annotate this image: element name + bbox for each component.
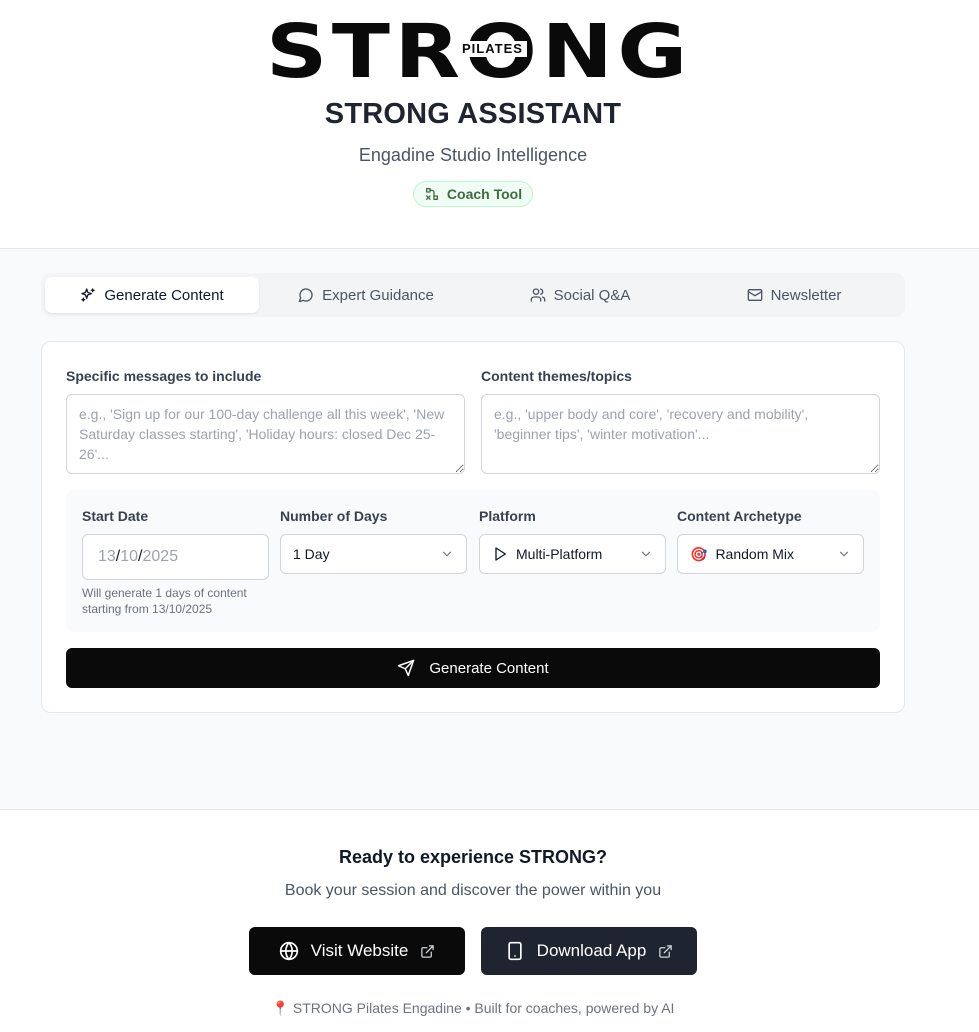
archetype-select[interactable]: 🎯 Random Mix [677, 534, 864, 574]
options-panel: Start Date 13 / 10 / 2025 Will generate … [66, 490, 880, 632]
archetype-value: Random Mix [715, 546, 795, 562]
download-app-button[interactable]: Download App [481, 927, 697, 975]
coach-tool-badge: Coach Tool [413, 181, 533, 207]
pin-icon: 📍 [271, 1000, 289, 1016]
generate-button-label: Generate Content [429, 659, 549, 677]
tab-newsletter[interactable]: Newsletter [687, 277, 901, 313]
platform-value: Multi-Platform [516, 546, 603, 562]
tab-label: Generate Content [104, 286, 224, 304]
generate-content-button[interactable]: Generate Content [66, 648, 880, 688]
platform-select[interactable]: Multi-Platform [479, 534, 666, 574]
external-link-icon [421, 944, 435, 958]
message-circle-icon [298, 288, 313, 303]
footer-note-text: STRONG Pilates Engadine • Built for coac… [292, 1000, 675, 1016]
tab-generate-content[interactable]: Generate Content [45, 277, 259, 313]
visit-website-button[interactable]: Visit Website [249, 927, 465, 975]
messages-input[interactable] [66, 394, 465, 474]
themes-label: Content themes/topics [481, 368, 632, 384]
users-icon [530, 288, 545, 302]
sparkles-icon [81, 288, 96, 302]
themes-input[interactable] [481, 394, 880, 474]
send-icon [398, 659, 415, 677]
date-year: 2025 [142, 548, 179, 565]
days-value: 1 Day [293, 546, 330, 562]
smartphone-icon [508, 941, 522, 961]
platform-label: Platform [479, 508, 536, 524]
target-icon: 🎯 [690, 545, 708, 562]
app-header: STRONG PILATES STRONG ASSISTANT Engadine… [0, 0, 979, 249]
chevron-down-icon [641, 551, 651, 557]
tab-bar: Generate Content Expert Guidance Social … [41, 273, 905, 317]
mail-icon [747, 289, 762, 301]
footer: Ready to experience STRONG? Book your se… [0, 809, 979, 1032]
globe-icon [279, 941, 298, 961]
archetype-label: Content Archetype [677, 508, 802, 524]
start-date-input[interactable]: 13 / 10 / 2025 [82, 534, 269, 580]
cta-subtitle: Book your session and discover the power… [284, 882, 662, 899]
tab-label: Social Q&A [553, 286, 631, 304]
chevron-down-icon [839, 551, 849, 557]
cta-title: Ready to experience STRONG? [338, 847, 608, 867]
tab-label: Newsletter [770, 286, 842, 304]
page-subtitle: Engadine Studio Intelligence [358, 145, 588, 165]
logo-subtext: PILATES [458, 41, 527, 57]
tab-social-qa[interactable]: Social Q&A [473, 277, 687, 313]
badge-label: Coach Tool [446, 186, 523, 202]
chevron-down-icon [442, 551, 452, 557]
page-title: STRONG ASSISTANT [324, 98, 622, 130]
visit-website-label: Visit Website [310, 941, 409, 960]
tab-label: Expert Guidance [322, 286, 434, 304]
download-app-label: Download App [536, 941, 647, 960]
coach-tool-icon [425, 188, 438, 200]
strong-pilates-logo: STRONG PILATES [266, 9, 687, 95]
date-day: 13 [98, 548, 116, 565]
play-icon [495, 547, 506, 561]
start-date-label: Start Date [82, 508, 149, 524]
start-date-hint: Will generate 1 days of content starting… [82, 586, 247, 616]
date-month: 10 [120, 548, 139, 565]
days-select[interactable]: 1 Day [280, 534, 467, 574]
footer-note: 📍 STRONG Pilates Engadine • Built for co… [0, 1000, 946, 1017]
generate-content-card: Specific messages to include Content the… [41, 341, 905, 713]
tab-expert-guidance[interactable]: Expert Guidance [259, 277, 473, 313]
external-link-icon [659, 944, 673, 958]
messages-label: Specific messages to include [66, 368, 262, 384]
main-section: Generate Content Expert Guidance Social … [0, 249, 979, 809]
days-label: Number of Days [280, 508, 388, 524]
